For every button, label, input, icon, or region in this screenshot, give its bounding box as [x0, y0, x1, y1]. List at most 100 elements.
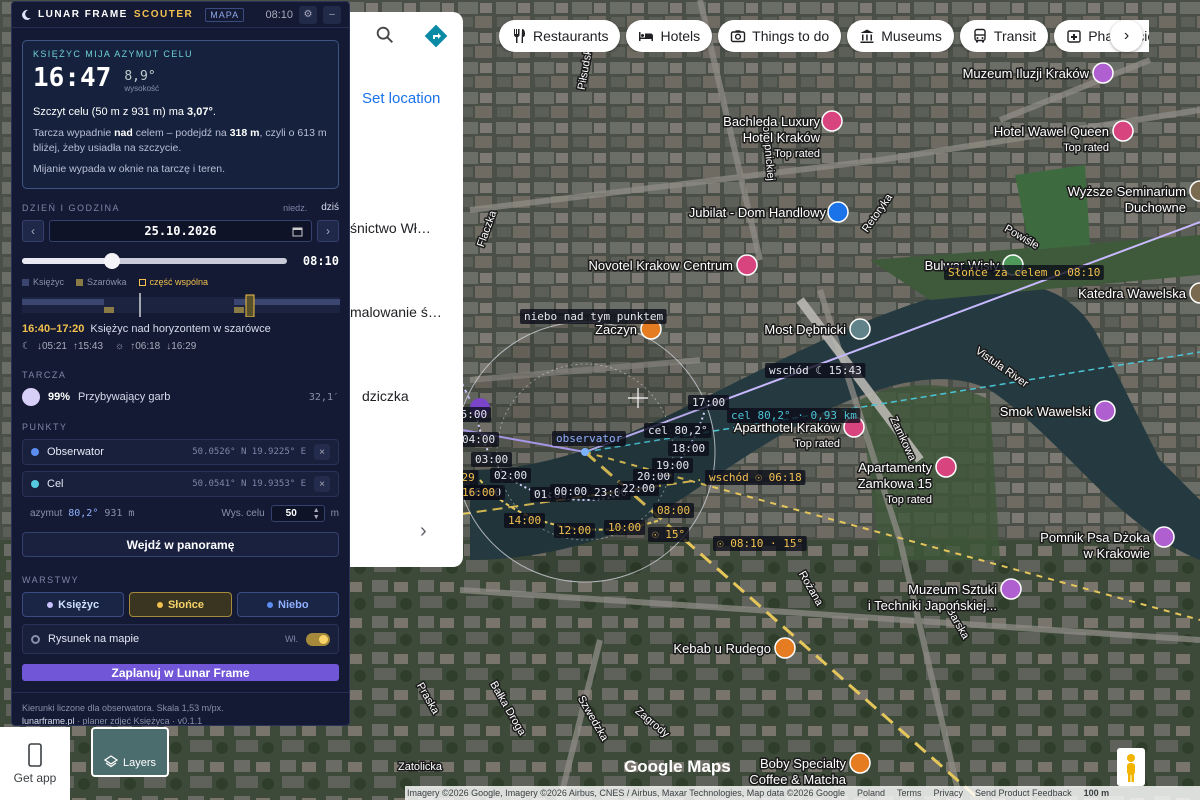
date-input[interactable]: 25.10.2026	[49, 220, 312, 242]
place-pin-icon[interactable]	[1094, 400, 1116, 422]
legend-dusk: Szarówka	[76, 277, 127, 287]
moon-hour-label[interactable]: 17:00	[688, 395, 729, 410]
pegman-button[interactable]	[1117, 748, 1145, 786]
minimize-button[interactable]: –	[323, 5, 341, 24]
chips-scroll-right-button[interactable]: ›	[1110, 20, 1143, 52]
country-link[interactable]: Poland	[857, 788, 885, 798]
panel-result-3[interactable]: dziczka	[362, 388, 409, 404]
gear-icon[interactable]: ⚙	[299, 5, 317, 24]
drawing-toggle-row[interactable]: Rysunek na mapie Wł.	[22, 624, 339, 654]
place-pin-icon[interactable]	[1153, 526, 1175, 548]
day-timeline[interactable]	[22, 293, 340, 318]
terms-link[interactable]: Terms	[897, 788, 922, 798]
chevron-right-icon[interactable]: ›	[420, 520, 427, 543]
map-place-pin[interactable]: Novotel Krakow Centrum	[587, 254, 758, 276]
sun-hour-tag[interactable]: 08:00	[653, 503, 694, 518]
map-place-pin[interactable]: Most Dębnicki	[763, 318, 871, 340]
stepper-icon[interactable]: ▲ ▼	[313, 507, 320, 521]
search-icon[interactable]	[374, 24, 396, 46]
place-name-line2: Zamkowa 15	[858, 476, 932, 491]
moon-hour-label[interactable]: 19:00	[652, 458, 693, 473]
target-short-tag[interactable]: cel 80,2°	[644, 423, 712, 438]
sky-point-tag[interactable]: niebo nad tym punktem	[520, 309, 667, 324]
chip-transit[interactable]: Transit	[959, 20, 1049, 52]
map-place-pin[interactable]: Smok Wawelski	[998, 400, 1116, 422]
timeline-bar[interactable]	[22, 293, 340, 318]
layer-toggles: Księżyc Słońce Niebo	[22, 592, 339, 617]
panel-header: LUNAR FRAME SCOUTER MAPA 08:10 ⚙ –	[12, 2, 349, 28]
prev-day-button[interactable]: ‹	[22, 220, 44, 242]
place-pin-icon[interactable]	[935, 456, 957, 478]
slider-thumb[interactable]	[104, 253, 121, 269]
feedback-link[interactable]: Send Product Feedback	[975, 788, 1072, 798]
chip-things-to-do[interactable]: Things to do	[718, 20, 842, 52]
moon-hour-label[interactable]: 18:00	[668, 441, 709, 456]
sun-hour-label[interactable]: 14:00	[504, 513, 545, 528]
next-day-button[interactable]: ›	[317, 220, 339, 242]
layer-moon-button[interactable]: Księżyc	[22, 592, 125, 617]
observer-row[interactable]: Obserwator 50.0526° N 19.9225° E ×	[22, 439, 339, 465]
window-row: 16:40–17:20 Księżyc nad horyzontem w sza…	[12, 323, 349, 335]
place-pin-icon[interactable]	[849, 752, 871, 774]
moon-hour-label[interactable]: 04:00	[458, 432, 499, 447]
site-link[interactable]: lunarframe.pl	[22, 716, 75, 725]
moon-hour-label[interactable]: 03:00	[471, 452, 512, 467]
legend-common: część wspólna	[138, 277, 208, 287]
sun-hour-label[interactable]: 16:00	[458, 485, 499, 500]
place-name: Bachleda Luxury	[723, 114, 820, 129]
directions-icon[interactable]	[424, 24, 448, 48]
place-pin-icon[interactable]	[774, 637, 796, 659]
sky-point-tag-text: niebo nad tym punktem	[524, 310, 663, 323]
panel-result-2[interactable]: malowanie ś…	[350, 304, 442, 320]
moon-hour-label-text: 02:00	[494, 469, 527, 482]
moonrise-tag[interactable]: wschód ☾ 15:43	[765, 363, 866, 378]
mode-badge[interactable]: MAPA	[205, 7, 245, 22]
fork-knife-icon	[514, 29, 525, 43]
panel-result-1[interactable]: śnictwo Wł…	[350, 220, 431, 236]
get-app-button[interactable]: Get app	[0, 727, 70, 800]
moon-hour-label-text: 00:00	[554, 485, 587, 498]
place-pin-icon[interactable]	[849, 318, 871, 340]
moon-hour-label[interactable]: 02:00	[490, 468, 531, 483]
chip-restaurants[interactable]: Restaurants	[499, 20, 621, 52]
moon-icon: ☾	[22, 341, 31, 352]
sun-now-tag-text: ☉ 08:10 · 15°	[717, 537, 803, 550]
moon-hour-label[interactable]: 00:00	[550, 484, 591, 499]
map-place-pin[interactable]: Katedra Wawelska	[1077, 282, 1200, 304]
plan-button[interactable]: Zaplanuj w Lunar Frame	[22, 664, 339, 681]
map-place-pin[interactable]: Jubilat - Dom Handlowy	[687, 201, 849, 223]
place-pin-icon[interactable]	[736, 254, 758, 276]
place-name: Pomnik Psa Dżoka	[1040, 530, 1151, 545]
layer-sky-button[interactable]: Niebo	[236, 592, 339, 617]
target-row[interactable]: Cel 50.0541° N 19.9353° E ×	[22, 471, 339, 497]
panorama-button[interactable]: Wejdź w panoramę	[22, 532, 339, 557]
height-input[interactable]: 50 ▲ ▼	[270, 505, 325, 522]
observer-tag-text: observator	[556, 432, 623, 445]
layer-sun-button[interactable]: Słońce	[129, 592, 232, 617]
calendar-icon[interactable]	[292, 226, 303, 237]
place-pin-icon[interactable]	[1000, 578, 1022, 600]
place-pin-icon[interactable]	[1092, 62, 1114, 84]
remove-observer-button[interactable]: ×	[314, 444, 330, 460]
place-pin-icon[interactable]	[821, 110, 843, 132]
sun-hour-label[interactable]: 10:00	[604, 520, 645, 535]
remove-target-button[interactable]: ×	[314, 476, 330, 492]
place-pin-icon[interactable]	[1112, 120, 1134, 142]
sun-alt-tag[interactable]: ☉ 15°	[648, 527, 689, 542]
sunrise-tag[interactable]: wschód ☉ 06:18	[705, 470, 806, 485]
place-pin-icon[interactable]	[827, 201, 849, 223]
sun-target-tag[interactable]: Słońce za celem o 08:10	[944, 265, 1104, 280]
time-slider[interactable]: 08:10	[22, 253, 339, 269]
privacy-link[interactable]: Privacy	[934, 788, 964, 798]
sun-hour-label[interactable]: 12:00	[554, 523, 595, 538]
today-button[interactable]: dziś	[321, 202, 339, 213]
layers-button[interactable]: Layers	[91, 727, 169, 777]
chip-museums[interactable]: Museums	[847, 20, 954, 52]
set-location-link[interactable]: Set location	[362, 90, 440, 107]
chip-hotels[interactable]: Hotels	[626, 20, 713, 52]
sun-now-tag[interactable]: ☉ 08:10 · 15°	[713, 536, 807, 551]
drawing-toggle-switch[interactable]	[306, 632, 330, 646]
observer-tag[interactable]: observator	[552, 431, 626, 446]
scale-label[interactable]: 100 m	[1084, 788, 1110, 798]
target-tag[interactable]: cel 80,2° · 0,93 km	[727, 408, 861, 423]
